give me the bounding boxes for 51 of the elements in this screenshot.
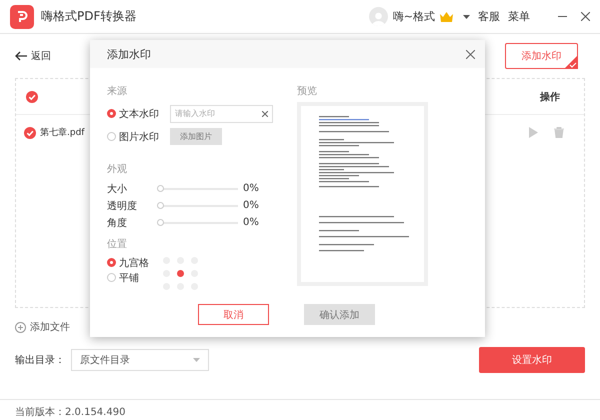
minimize-icon[interactable]	[558, 16, 567, 17]
user-name[interactable]: 嗨~格式	[392, 9, 435, 24]
add-watermark-tab[interactable]: 添加水印	[505, 43, 578, 69]
slider-value: 0%	[243, 200, 259, 211]
radio-label[interactable]: 平铺	[119, 270, 139, 284]
clear-icon[interactable]	[262, 110, 268, 116]
slider-value: 0%	[243, 217, 259, 228]
back-arrow-icon	[15, 51, 27, 61]
slider-thumb[interactable]	[157, 202, 164, 208]
caret-icon[interactable]	[463, 14, 470, 18]
file-name: 第七章.pdf	[40, 126, 84, 139]
check-icon[interactable]	[26, 90, 38, 102]
section-label: 外观	[107, 163, 128, 176]
column-header: 操作	[540, 90, 560, 104]
radio-label[interactable]: 文本水印	[119, 106, 159, 120]
caret-icon	[193, 358, 200, 362]
checkmark-icon	[564, 55, 578, 69]
close-icon[interactable]	[581, 12, 590, 21]
set-watermark-button[interactable]: 设置水印	[479, 347, 585, 373]
output-dropdown[interactable]: 原文件目录	[71, 349, 209, 371]
add-icon[interactable]	[15, 322, 26, 332]
close-icon[interactable]	[466, 50, 475, 58]
menu-item[interactable]: 客服	[478, 9, 500, 24]
watermark-text-field[interactable]: 请输入水印	[170, 104, 273, 122]
add-file-link[interactable]: 添加文件	[30, 320, 70, 334]
radio-button[interactable]	[107, 273, 116, 282]
check-icon[interactable]	[24, 126, 36, 138]
section-label: 位置	[107, 238, 128, 251]
menu-item[interactable]: 菜单	[508, 9, 530, 24]
radio-button[interactable]	[107, 258, 116, 267]
position-dot[interactable]	[177, 270, 184, 277]
app-logo	[10, 4, 34, 28]
radio-button[interactable]	[107, 109, 116, 118]
version-text: 当前版本：2.0.154.490	[15, 407, 126, 418]
slider-label: 大小	[107, 182, 128, 196]
back-button[interactable]: 返回	[15, 49, 51, 63]
preview-label: 预览	[297, 85, 318, 98]
play-icon[interactable]	[529, 127, 538, 138]
slider-label: 透明度	[107, 200, 138, 212]
cancel-button[interactable]: 取消	[198, 304, 269, 325]
slider-label: 角度	[107, 216, 128, 230]
section-label: 来源	[107, 84, 128, 98]
app-title: 嗨格式PDF转换器	[41, 8, 138, 25]
radio-label[interactable]: 九宫格	[119, 256, 149, 270]
slider-thumb[interactable]	[157, 218, 164, 226]
slider-value: 0%	[243, 183, 259, 194]
slider-thumb[interactable]	[157, 184, 164, 192]
output-label: 输出目录：	[15, 354, 65, 367]
crown-icon	[440, 12, 453, 22]
dialog-title: 添加水印	[107, 46, 151, 62]
trash-icon[interactable]	[554, 127, 564, 138]
